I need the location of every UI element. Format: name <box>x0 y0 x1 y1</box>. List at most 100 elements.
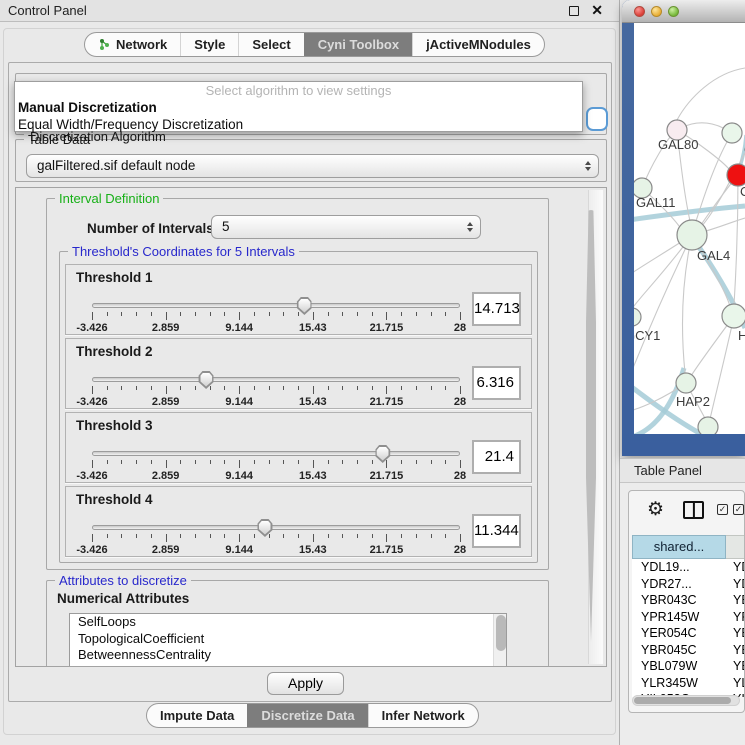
network-node-label: C <box>740 184 745 199</box>
attributes-section: Attributes to discretize Numerical Attri… <box>46 580 549 667</box>
network-window-titlebar[interactable] <box>622 0 745 23</box>
network-node[interactable] <box>634 308 641 326</box>
slider-tick-labels: -3.4262.8599.14415.4321.71528 <box>92 470 460 482</box>
threshold-slider[interactable]: -3.4262.8599.14415.4321.71528 <box>92 445 460 483</box>
close-traffic-light-icon[interactable] <box>634 6 645 17</box>
threshold-slider[interactable]: -3.4262.8599.14415.4321.71528 <box>92 371 460 409</box>
tab-impute-data[interactable]: Impute Data <box>147 704 247 727</box>
tab-select[interactable]: Select <box>238 33 303 56</box>
attribute-list-item[interactable]: TopologicalCoefficient <box>70 631 506 648</box>
network-edge[interactable] <box>734 175 738 305</box>
tab-network[interactable]: Network <box>85 33 180 56</box>
zoom-traffic-light-icon[interactable] <box>668 6 679 17</box>
thresholds-section: Threshold's Coordinates for 5 Intervals … <box>59 251 538 563</box>
cyni-toolbox-panel: Discretization Algorithm Table Data galF… <box>8 62 612 702</box>
slider-track[interactable] <box>92 303 460 308</box>
interval-definition-title: Interval Definition <box>55 191 163 206</box>
table-rows[interactable]: YDL19...YDL1YDR27...YDR2YBR043CYBR0YPR14… <box>632 559 745 697</box>
stepper-icon[interactable] <box>467 222 473 232</box>
settings-scrollbar[interactable] <box>588 190 603 664</box>
float-window-icon[interactable] <box>569 6 579 16</box>
tab-discretize-data[interactable]: Discretize Data <box>247 704 367 727</box>
table-row[interactable]: YBL079WYBL0 <box>632 658 745 675</box>
algorithm-dropdown-popup: Select algorithm to view settings Manual… <box>14 81 583 132</box>
app-root: Control Panel ✕ Network Style Select Cyn… <box>0 0 745 745</box>
table-row[interactable]: YBR043CYBR0 <box>632 592 745 609</box>
table-row[interactable]: YBR045CYBR0 <box>632 642 745 659</box>
network-node-label: GAL11 <box>636 195 676 210</box>
network-node[interactable] <box>722 123 742 143</box>
table-header-row: shared... name <box>632 535 745 559</box>
network-edge[interactable] <box>682 235 692 373</box>
attributes-list[interactable]: SelfLoopsTopologicalCoefficientBetweenne… <box>69 613 507 667</box>
slider-ticks <box>92 534 460 543</box>
cyni-bottom-tabbar: Impute Data Discretize Data Infer Networ… <box>146 703 479 728</box>
stepper-icon[interactable] <box>585 161 591 171</box>
network-node[interactable] <box>676 373 696 393</box>
network-edge[interactable] <box>677 68 745 120</box>
attributes-list-scrollbar[interactable] <box>493 614 506 667</box>
split-pane-icon[interactable] <box>683 501 704 519</box>
tab-style[interactable]: Style <box>180 33 238 56</box>
control-panel: Control Panel ✕ Network Style Select Cyn… <box>0 0 620 745</box>
minimize-traffic-light-icon[interactable] <box>651 6 662 17</box>
threshold-slider[interactable]: -3.4262.8599.14415.4321.71528 <box>92 297 460 335</box>
settings-scroll-area: Interval Definition Number of Intervals … <box>15 187 607 667</box>
network-icon <box>98 38 111 51</box>
table-row[interactable]: YDL19...YDL1 <box>632 559 745 576</box>
tab-infer-network[interactable]: Infer Network <box>368 704 478 727</box>
dropdown-option-manual[interactable]: Manual Discretization <box>15 99 582 116</box>
checkbox-checked-icon[interactable]: ✓ <box>717 504 728 515</box>
attributes-title: Attributes to discretize <box>55 573 191 588</box>
checkbox-checked-icon[interactable]: ✓ <box>733 504 744 515</box>
threshold-value-field[interactable]: 21.4 <box>472 440 521 474</box>
network-node[interactable] <box>727 164 745 186</box>
threshold-value-field[interactable]: 6.316 <box>472 366 521 400</box>
apply-button[interactable]: Apply <box>267 672 344 695</box>
column-header-shared-name[interactable]: shared... <box>632 535 726 559</box>
slider-ticks <box>92 460 460 469</box>
gear-icon[interactable]: ⚙ <box>647 498 664 522</box>
slider-tick-labels: -3.4262.8599.14415.4321.71528 <box>92 396 460 408</box>
table-row[interactable]: YER054CYER0 <box>632 625 745 642</box>
slider-track[interactable] <box>92 377 460 382</box>
threshold-value-field[interactable]: 11.344 <box>472 514 521 548</box>
threshold-label: Threshold 4 <box>76 492 153 507</box>
close-icon[interactable]: ✕ <box>591 0 603 21</box>
tab-jactivemnodules[interactable]: jActiveMNodules <box>412 33 544 56</box>
network-node[interactable] <box>677 220 707 250</box>
slider-ticks <box>92 386 460 395</box>
network-node-label: HAP2 <box>676 394 710 409</box>
table-horizontal-scrollbar[interactable] <box>632 695 740 706</box>
table-panel-titlebar: Table Panel <box>620 458 745 483</box>
algorithm-combobox-focus-ring[interactable] <box>586 107 608 131</box>
threshold-label: Threshold 3 <box>76 418 153 433</box>
network-node-label: GAL4 <box>697 248 730 263</box>
network-node[interactable] <box>722 304 745 328</box>
threshold-panel: Threshold 4 -3.4262.8599.14415.4321.7152… <box>65 486 532 557</box>
table-row[interactable]: YLR345WYLR3 <box>632 675 745 692</box>
tab-cyni-toolbox[interactable]: Cyni Toolbox <box>304 33 412 56</box>
number-of-intervals-value: 5 <box>222 219 230 234</box>
attribute-list-item[interactable]: BetweennessCentrality <box>70 647 506 664</box>
control-panel-titlebar: Control Panel ✕ <box>0 0 619 22</box>
slider-track[interactable] <box>92 451 460 456</box>
numerical-attributes-label: Numerical Attributes <box>57 591 189 606</box>
slider-ticks <box>92 312 460 321</box>
table-panel: ⚙ ✓ ✓ shared... name YDL19...YDL1YDR27..… <box>628 490 745 713</box>
table-row[interactable]: YPR145WYPR1 <box>632 609 745 626</box>
slider-track[interactable] <box>92 525 460 530</box>
number-of-intervals-combobox[interactable]: 5 <box>211 215 481 239</box>
threshold-label: Threshold 2 <box>76 344 153 359</box>
table-panel-title: Table Panel <box>634 463 702 478</box>
table-data-combobox[interactable]: galFiltered.sif default node <box>26 154 599 178</box>
attribute-list-item[interactable]: SelfLoops <box>70 614 506 631</box>
table-data-section: Table Data galFiltered.sif default node <box>15 139 607 182</box>
network-canvas[interactable]: GAL80GAGAL11CGAL4GCY1HHAP2 <box>634 23 745 434</box>
threshold-value-field[interactable]: 14.713 <box>472 292 521 326</box>
network-node[interactable] <box>698 417 718 434</box>
table-panel-toolbar: ⚙ ✓ ✓ <box>629 491 744 531</box>
table-row[interactable]: YDR27...YDR2 <box>632 576 745 593</box>
column-header-name[interactable]: name <box>726 535 745 559</box>
threshold-slider[interactable]: -3.4262.8599.14415.4321.71528 <box>92 519 460 557</box>
